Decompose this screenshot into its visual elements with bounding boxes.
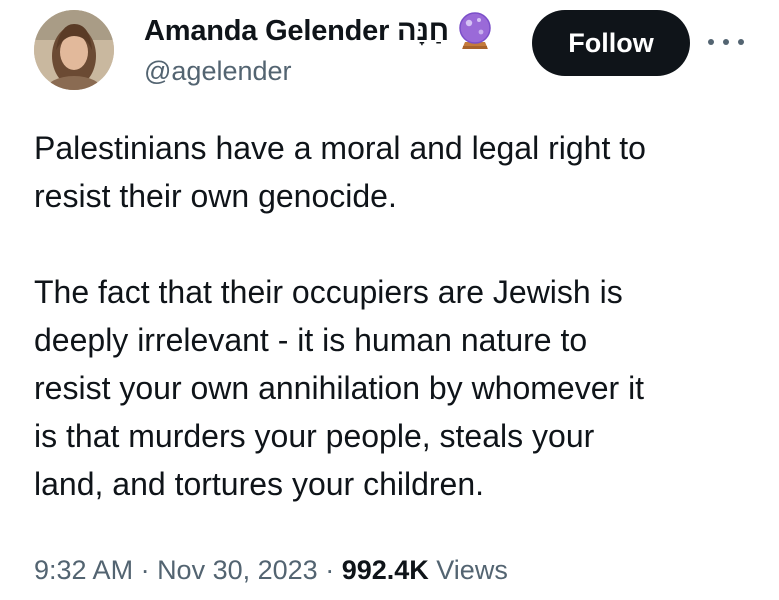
tweet-date: Nov 30, 2023 [157, 555, 318, 585]
tweet-time: 9:32 AM [34, 555, 134, 585]
meta-separator: · [133, 555, 158, 585]
avatar[interactable] [34, 10, 114, 90]
tweet-paragraph: Palestinians have a moral and legal righ… [34, 130, 646, 214]
more-options-button[interactable] [708, 30, 744, 54]
display-name[interactable]: Amanda Gelender חַנָּה [144, 13, 449, 49]
views-label: Views [436, 555, 508, 585]
tweet-timestamp[interactable]: 9:32 AM · Nov 30, 2023 [34, 555, 318, 585]
meta-separator: · [317, 555, 342, 585]
tweet-paragraph: The fact that their occupiers are Jewish… [34, 274, 645, 502]
views-count: 992.4K [341, 555, 429, 585]
tweet-card: Amanda Gelender חַנָּה @agelender Follow… [0, 0, 779, 600]
author-name-row: Amanda Gelender חַנָּה [144, 12, 493, 50]
follow-button[interactable]: Follow [532, 10, 690, 76]
views-link[interactable]: 992.4K Views [342, 555, 508, 585]
avatar-photo [34, 10, 114, 90]
more-horizontal-icon [738, 39, 744, 45]
tweet-meta: 9:32 AM · Nov 30, 2023 · 992.4K Views [34, 552, 508, 588]
author-handle[interactable]: @agelender [144, 54, 292, 88]
more-horizontal-icon [708, 39, 714, 45]
more-horizontal-icon [723, 39, 729, 45]
crystal-ball-icon [457, 12, 493, 50]
tweet-text: Palestinians have a moral and legal righ… [34, 124, 754, 508]
